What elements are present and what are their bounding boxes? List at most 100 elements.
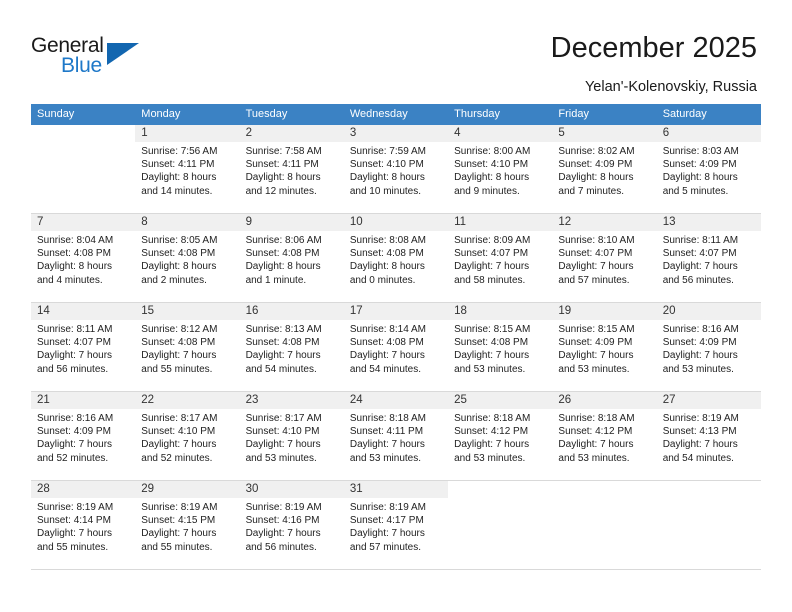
daylight-text-line2: and 55 minutes. xyxy=(141,363,213,375)
sunset-text: Sunset: 4:08 PM xyxy=(245,337,320,349)
day-details: Sunrise: 8:19 AM Sunset: 4:16 PM Dayligh… xyxy=(240,498,344,554)
calendar-day-cell[interactable]: 19 Sunrise: 8:15 AM Sunset: 4:09 PM Dayl… xyxy=(552,303,657,391)
calendar-day-cell[interactable]: 30 Sunrise: 8:19 AM Sunset: 4:16 PM Dayl… xyxy=(239,481,344,569)
calendar-day-cell[interactable]: 26 Sunrise: 8:18 AM Sunset: 4:12 PM Dayl… xyxy=(552,392,657,480)
sunrise-text: Sunrise: 8:11 AM xyxy=(37,324,113,335)
calendar-day-cell[interactable]: 21 Sunrise: 8:16 AM Sunset: 4:09 PM Dayl… xyxy=(31,392,136,480)
sunset-text: Sunset: 4:08 PM xyxy=(349,337,424,349)
daylight-text-line1: Daylight: 7 hours xyxy=(349,439,425,451)
daylight-text-line1: Daylight: 7 hours xyxy=(245,350,321,362)
calendar-day-cell[interactable]: 3 Sunrise: 7:59 AM Sunset: 4:10 PM Dayli… xyxy=(343,125,449,213)
calendar-table: Sunday Monday Tuesday Wednesday Thursday… xyxy=(31,104,761,570)
day-details: Sunrise: 8:02 AM Sunset: 4:09 PM Dayligh… xyxy=(552,142,656,198)
day-details: Sunrise: 8:17 AM Sunset: 4:10 PM Dayligh… xyxy=(135,409,239,465)
sunset-text: Sunset: 4:09 PM xyxy=(662,159,737,171)
weekday-header-sunday: Sunday xyxy=(37,108,75,120)
calendar-day-cell[interactable]: 27 Sunrise: 8:19 AM Sunset: 4:13 PM Dayl… xyxy=(656,392,761,480)
daylight-text-line2: and 57 minutes. xyxy=(558,274,630,286)
daylight-text-line2: and 14 minutes. xyxy=(141,185,213,197)
calendar-day-cell[interactable]: 5 Sunrise: 8:02 AM Sunset: 4:09 PM Dayli… xyxy=(552,125,657,213)
calendar-day-cell[interactable]: 16 Sunrise: 8:13 AM Sunset: 4:08 PM Dayl… xyxy=(239,303,344,391)
daylight-text-line2: and 10 minutes. xyxy=(349,185,422,197)
sunrise-text: Sunrise: 8:04 AM xyxy=(37,235,114,246)
daylight-text-line2: and 53 minutes. xyxy=(245,452,317,464)
sunrise-text: Sunrise: 8:19 AM xyxy=(141,502,218,513)
calendar-day-cell[interactable]: 25 Sunrise: 8:18 AM Sunset: 4:12 PM Dayl… xyxy=(448,392,553,480)
day-number: 9 xyxy=(239,214,344,231)
day-details: Sunrise: 8:15 AM Sunset: 4:09 PM Dayligh… xyxy=(552,320,656,376)
calendar-day-cell[interactable]: 8 Sunrise: 8:05 AM Sunset: 4:08 PM Dayli… xyxy=(135,214,240,302)
daylight-text-line2: and 56 minutes. xyxy=(662,274,734,286)
daylight-text-line1: Daylight: 8 hours xyxy=(662,172,738,184)
sunset-text: Sunset: 4:16 PM xyxy=(245,515,320,527)
calendar-day-cell[interactable]: 14 Sunrise: 8:11 AM Sunset: 4:07 PM Dayl… xyxy=(31,303,136,391)
daylight-text-line2: and 12 minutes. xyxy=(245,185,317,197)
general-blue-logo[interactable]: General Blue xyxy=(31,34,171,84)
weekday-header-wednesday: Wednesday xyxy=(349,108,408,120)
day-number: 25 xyxy=(448,392,553,409)
day-number: 1 xyxy=(135,125,240,142)
calendar-day-cell[interactable]: 7 Sunrise: 8:04 AM Sunset: 4:08 PM Dayli… xyxy=(31,214,136,302)
sunrise-text: Sunrise: 8:16 AM xyxy=(37,413,114,424)
sunrise-text: Sunrise: 7:58 AM xyxy=(245,146,322,157)
calendar-day-cell[interactable]: 28 Sunrise: 8:19 AM Sunset: 4:14 PM Dayl… xyxy=(31,481,136,569)
calendar-day-cell[interactable]: 31 Sunrise: 8:19 AM Sunset: 4:17 PM Dayl… xyxy=(343,481,449,569)
sunrise-text: Sunrise: 8:06 AM xyxy=(245,235,322,246)
day-details: Sunrise: 8:10 AM Sunset: 4:07 PM Dayligh… xyxy=(552,231,656,287)
sunrise-text: Sunrise: 8:18 AM xyxy=(454,413,531,424)
daylight-text-line1: Daylight: 7 hours xyxy=(141,439,217,451)
sunset-text: Sunset: 4:08 PM xyxy=(141,337,216,349)
calendar-day-cell[interactable]: 22 Sunrise: 8:17 AM Sunset: 4:10 PM Dayl… xyxy=(135,392,240,480)
calendar-day-cell[interactable]: 2 Sunrise: 7:58 AM Sunset: 4:11 PM Dayli… xyxy=(239,125,344,213)
sunrise-text: Sunrise: 8:18 AM xyxy=(558,413,635,424)
calendar-day-cell[interactable]: 24 Sunrise: 8:18 AM Sunset: 4:11 PM Dayl… xyxy=(343,392,449,480)
sunrise-text: Sunrise: 8:13 AM xyxy=(245,324,322,335)
daylight-text-line1: Daylight: 7 hours xyxy=(245,439,321,451)
day-details: Sunrise: 8:16 AM Sunset: 4:09 PM Dayligh… xyxy=(657,320,761,376)
weekday-header-row: Sunday Monday Tuesday Wednesday Thursday… xyxy=(31,104,761,125)
sunrise-text: Sunrise: 8:19 AM xyxy=(37,502,114,513)
calendar-week-row: 21 Sunrise: 8:16 AM Sunset: 4:09 PM Dayl… xyxy=(31,392,761,481)
daylight-text-line1: Daylight: 7 hours xyxy=(141,350,217,362)
daylight-text-line2: and 58 minutes. xyxy=(454,274,526,286)
daylight-text-line2: and 54 minutes. xyxy=(349,363,422,375)
daylight-text-line2: and 0 minutes. xyxy=(349,274,416,286)
day-details: Sunrise: 7:58 AM Sunset: 4:11 PM Dayligh… xyxy=(240,142,344,198)
calendar-day-cell[interactable]: 29 Sunrise: 8:19 AM Sunset: 4:15 PM Dayl… xyxy=(135,481,240,569)
day-details: Sunrise: 8:14 AM Sunset: 4:08 PM Dayligh… xyxy=(344,320,448,376)
calendar-day-cell[interactable]: 1 Sunrise: 7:56 AM Sunset: 4:11 PM Dayli… xyxy=(135,125,240,213)
sunrise-text: Sunrise: 8:19 AM xyxy=(245,502,322,513)
calendar-day-cell[interactable]: 12 Sunrise: 8:10 AM Sunset: 4:07 PM Dayl… xyxy=(552,214,657,302)
day-number: 26 xyxy=(552,392,657,409)
calendar-day-cell[interactable]: 11 Sunrise: 8:09 AM Sunset: 4:07 PM Dayl… xyxy=(448,214,553,302)
sunrise-text: Sunrise: 8:17 AM xyxy=(141,413,218,424)
sunset-text: Sunset: 4:08 PM xyxy=(245,248,320,260)
sunrise-text: Sunrise: 8:19 AM xyxy=(349,502,426,513)
calendar-day-cell[interactable]: 10 Sunrise: 8:08 AM Sunset: 4:08 PM Dayl… xyxy=(343,214,449,302)
day-number: 28 xyxy=(31,481,136,498)
sunset-text: Sunset: 4:11 PM xyxy=(141,159,215,171)
daylight-text-line1: Daylight: 7 hours xyxy=(558,439,634,451)
daylight-text-line1: Daylight: 8 hours xyxy=(141,261,217,273)
day-number: 31 xyxy=(343,481,449,498)
day-details: Sunrise: 7:56 AM Sunset: 4:11 PM Dayligh… xyxy=(135,142,239,198)
sunrise-text: Sunrise: 8:19 AM xyxy=(662,413,739,424)
daylight-text-line2: and 57 minutes. xyxy=(349,541,422,553)
calendar-day-cell xyxy=(657,481,761,569)
calendar-day-cell[interactable]: 4 Sunrise: 8:00 AM Sunset: 4:10 PM Dayli… xyxy=(448,125,553,213)
daylight-text-line1: Daylight: 7 hours xyxy=(349,350,425,362)
calendar-day-cell[interactable]: 23 Sunrise: 8:17 AM Sunset: 4:10 PM Dayl… xyxy=(239,392,344,480)
daylight-text-line1: Daylight: 7 hours xyxy=(454,350,530,362)
day-details: Sunrise: 8:11 AM Sunset: 4:07 PM Dayligh… xyxy=(657,231,761,287)
calendar-day-cell[interactable]: 17 Sunrise: 8:14 AM Sunset: 4:08 PM Dayl… xyxy=(343,303,449,391)
day-details: Sunrise: 8:18 AM Sunset: 4:12 PM Dayligh… xyxy=(552,409,656,465)
calendar-day-cell[interactable]: 13 Sunrise: 8:11 AM Sunset: 4:07 PM Dayl… xyxy=(656,214,761,302)
calendar-day-cell[interactable]: 18 Sunrise: 8:15 AM Sunset: 4:08 PM Dayl… xyxy=(448,303,553,391)
calendar-day-cell[interactable]: 6 Sunrise: 8:03 AM Sunset: 4:09 PM Dayli… xyxy=(656,125,761,213)
calendar-day-cell[interactable]: 15 Sunrise: 8:12 AM Sunset: 4:08 PM Dayl… xyxy=(135,303,240,391)
sunrise-text: Sunrise: 8:03 AM xyxy=(662,146,739,157)
calendar-day-cell[interactable]: 9 Sunrise: 8:06 AM Sunset: 4:08 PM Dayli… xyxy=(239,214,344,302)
calendar-day-cell[interactable]: 20 Sunrise: 8:16 AM Sunset: 4:09 PM Dayl… xyxy=(656,303,761,391)
day-number xyxy=(657,481,761,498)
daylight-text-line1: Daylight: 7 hours xyxy=(558,350,634,362)
